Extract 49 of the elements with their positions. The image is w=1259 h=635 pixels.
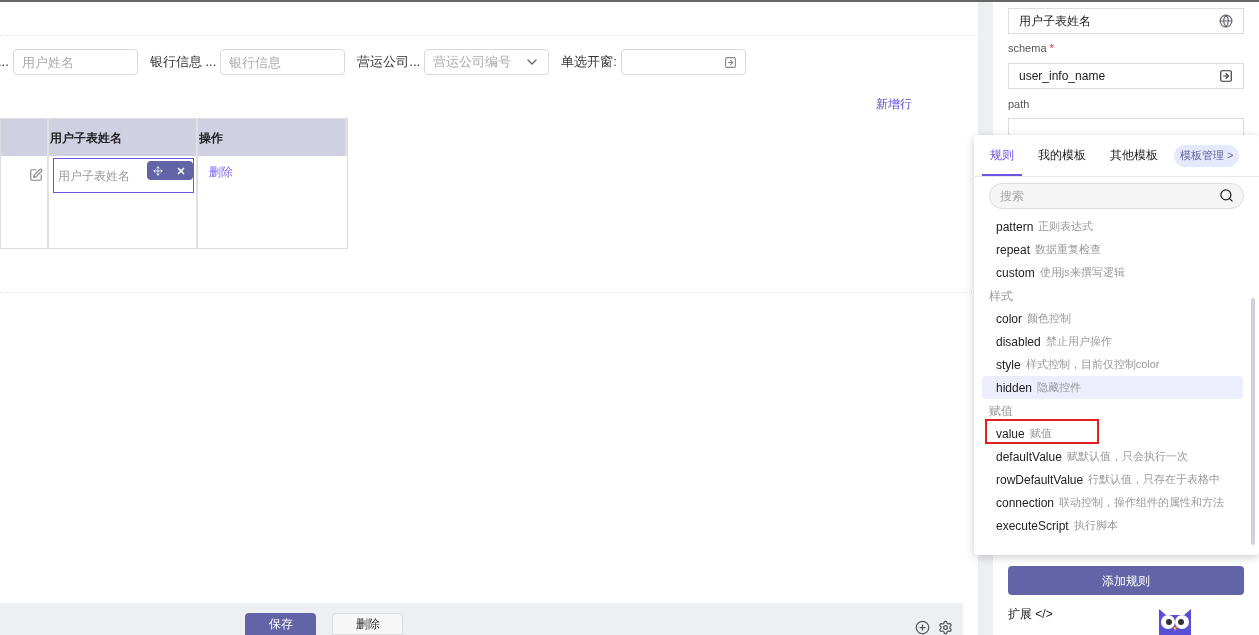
- delete-button[interactable]: 删除: [332, 613, 403, 635]
- settings-icon[interactable]: [938, 620, 953, 635]
- field-label: 银行信息 ...: [149, 53, 217, 72]
- rule-item[interactable]: repeat 数据重复检查: [982, 238, 1243, 261]
- edit-icon[interactable]: [28, 168, 43, 182]
- rule-item[interactable]: disabled 禁止用户操作: [982, 330, 1243, 353]
- rule-item[interactable]: pattern 正则表达式: [982, 215, 1243, 238]
- path-label: path: [1008, 96, 1031, 112]
- tab[interactable]: 我的模板: [1030, 135, 1094, 176]
- title-field[interactable]: 用户子表姓名: [1008, 8, 1244, 34]
- rule-item[interactable]: custom 使用js来撰写逻辑: [982, 261, 1243, 284]
- globe-icon[interactable]: [1219, 14, 1233, 28]
- rule-item[interactable]: rowDefaultValue 行默认值，只存在于表格中: [982, 468, 1243, 491]
- rule-item[interactable]: style 样式控制，目前仅控制color: [982, 353, 1243, 376]
- required-mark: *: [1049, 42, 1054, 54]
- search-field[interactable]: 搜索: [989, 183, 1244, 209]
- field-label: 营运公司...: [357, 53, 421, 72]
- template-manage-button[interactable]: 模板管理 >: [1174, 144, 1240, 167]
- field-label: ...: [0, 53, 9, 72]
- search-icon[interactable]: [1219, 188, 1234, 203]
- group-title: 样式: [988, 287, 1014, 305]
- rule-item[interactable]: value 赋值: [982, 422, 1243, 445]
- popup-field[interactable]: [620, 49, 746, 75]
- save-button[interactable]: 保存: [245, 613, 316, 635]
- move-icon[interactable]: [153, 165, 164, 176]
- text-field[interactable]: 银行信息: [220, 49, 346, 75]
- tab[interactable]: 规则: [982, 135, 1022, 176]
- group-title: 赋值: [988, 402, 1014, 420]
- add-row-link[interactable]: 新增行: [876, 95, 912, 113]
- field-label: 单选开窗:: [561, 53, 617, 72]
- rule-item[interactable]: color 颜色控制: [982, 307, 1243, 330]
- open-icon: [723, 55, 737, 69]
- add-rule-button[interactable]: 添加规则: [1008, 566, 1244, 595]
- add-icon[interactable]: [915, 620, 930, 635]
- rule-item[interactable]: defaultValue 赋默认值，只会执行一次: [982, 445, 1243, 468]
- rule-item[interactable]: executeScript 执行脚本: [982, 514, 1243, 537]
- rule-item[interactable]: hidden 隐藏控件: [982, 376, 1243, 399]
- column-header: 操作: [197, 119, 347, 156]
- table-input-field[interactable]: 用户子表姓名: [52, 158, 194, 193]
- rule-item[interactable]: connection 联动控制，操作组件的属性和方法: [982, 491, 1243, 514]
- schema-label: schema: [1008, 42, 1047, 54]
- delete-link[interactable]: 删除: [208, 165, 233, 179]
- column-header: 用户子表姓名: [48, 119, 198, 156]
- tab[interactable]: 其他模板: [1102, 135, 1166, 176]
- schema-field[interactable]: user_info_name: [1008, 62, 1244, 89]
- text-field[interactable]: 用户姓名: [12, 49, 138, 75]
- open-icon[interactable]: [1219, 68, 1233, 83]
- close-icon[interactable]: [176, 165, 187, 176]
- extension-label: 扩展 </>: [1008, 606, 1053, 623]
